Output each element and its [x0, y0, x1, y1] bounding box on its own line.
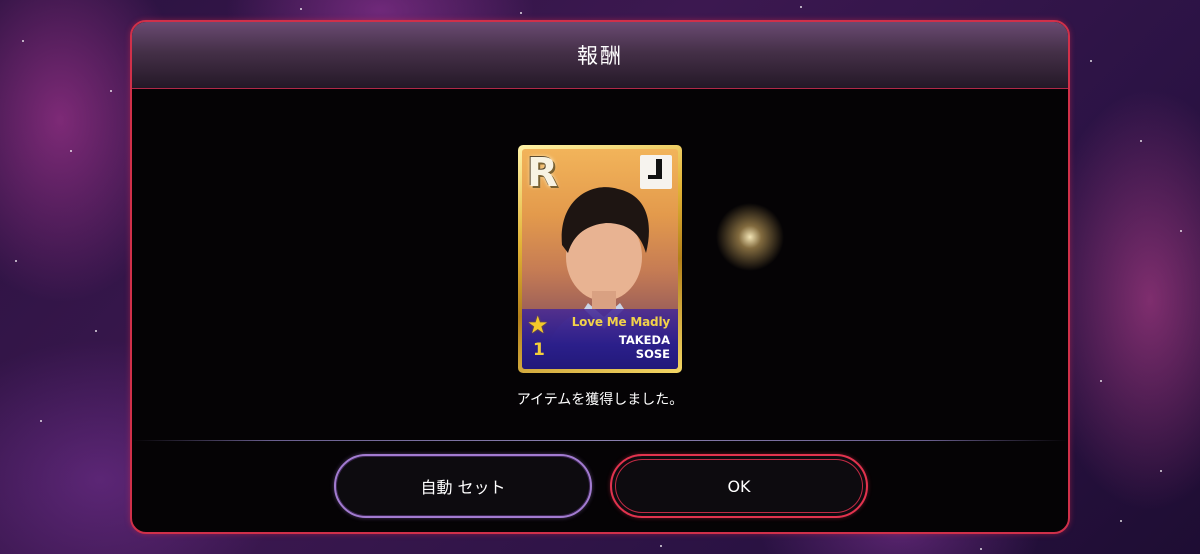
rarity-badge: R — [527, 150, 558, 196]
song-title: Love Me Madly — [571, 315, 670, 329]
member-name: TAKEDA SOSE — [614, 333, 670, 361]
acquired-message: アイテムを獲得しました。 — [516, 392, 684, 408]
ok-button[interactable]: OK — [610, 454, 868, 518]
sparkle-effect — [710, 197, 790, 277]
auto-set-button[interactable]: 自動 セット — [334, 454, 592, 518]
dialog-body: R ★ 1 Love Me Madly TAKEDA SOSE アイテムを獲得し… — [132, 89, 1068, 441]
ok-label: OK — [727, 476, 751, 496]
dialog-header: 報酬 — [132, 22, 1068, 89]
card-info-panel: ★ 1 Love Me Madly TAKEDA SOSE — [522, 309, 678, 369]
group-logo-icon — [640, 155, 672, 189]
member-name-text: TAKEDA SOSE — [618, 333, 670, 361]
reward-card[interactable]: R ★ 1 Love Me Madly TAKEDA SOSE — [518, 145, 682, 373]
card-level: 1 — [533, 340, 545, 360]
auto-set-label: 自動 セット — [420, 478, 506, 497]
divider — [132, 440, 1068, 441]
star-icon: ★ — [527, 311, 549, 339]
card-artwork: R ★ 1 Love Me Madly TAKEDA SOSE — [522, 149, 678, 369]
dialog-title: 報酬 — [577, 44, 623, 68]
reward-dialog: 報酬 R ★ 1 Love Me Madly TAKEDA SOSE アイテムを… — [130, 20, 1070, 534]
